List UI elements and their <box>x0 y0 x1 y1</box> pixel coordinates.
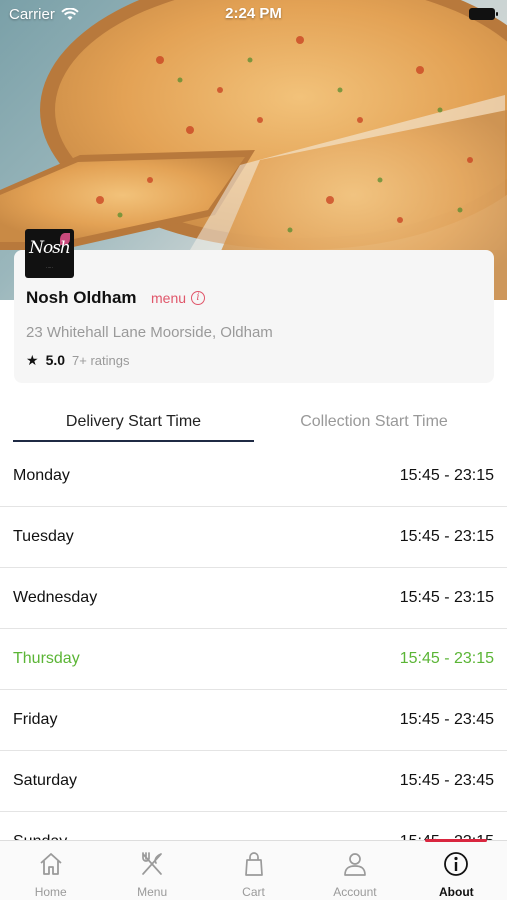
rating-score: 5.0 <box>45 352 66 368</box>
hours-time: 15:45 - 23:45 <box>399 711 494 728</box>
restaurant-logo: Nosh ····· <box>25 229 74 278</box>
restaurant-address: 23 Whitehall Lane Moorside, Oldham <box>26 324 273 341</box>
tab-cart-label: Cart <box>242 885 265 899</box>
info-icon <box>444 852 469 876</box>
logo-sub-mark: ····· <box>46 265 53 270</box>
tab-about[interactable]: About <box>406 841 507 900</box>
tab-menu-label: Menu <box>137 885 168 899</box>
hours-time: 15:45 - 23:15 <box>399 589 494 606</box>
tab-cart[interactable]: Cart <box>203 841 304 900</box>
ratings-count: 7+ ratings <box>72 353 130 368</box>
opening-hours-list: Monday 15:45 - 23:15 Tuesday 15:45 - 23:… <box>0 446 507 873</box>
tab-about-label: About <box>439 885 474 899</box>
active-tab-indicator <box>425 839 487 842</box>
bottom-tab-bar: Home Menu Cart Account About <box>0 840 507 900</box>
hours-row: Tuesday 15:45 - 23:15 <box>0 507 507 568</box>
hours-row: Monday 15:45 - 23:15 <box>0 446 507 507</box>
hours-time: 15:45 - 23:45 <box>399 772 494 789</box>
hours-time: 15:45 - 23:15 <box>399 467 494 484</box>
fork-knife-icon <box>142 852 162 875</box>
hours-day: Saturday <box>13 772 78 789</box>
status-bar: Carrier 2:24 PM <box>0 0 507 28</box>
status-time: 2:24 PM <box>225 5 282 22</box>
tab-home[interactable]: Home <box>0 841 101 900</box>
home-icon <box>40 853 62 875</box>
menu-link[interactable]: menu i <box>151 290 206 306</box>
tab-account[interactable]: Account <box>304 841 405 900</box>
tab-menu[interactable]: Menu <box>101 841 202 900</box>
start-time-tabs: Delivery Start Time Collection Start Tim… <box>13 404 494 442</box>
hours-row-today: Thursday 15:45 - 23:15 <box>0 629 507 690</box>
hours-time: 15:45 - 23:15 <box>399 650 494 667</box>
tab-account-label: Account <box>333 885 377 899</box>
restaurant-name: Nosh Oldham <box>26 288 137 307</box>
battery-icon <box>469 8 498 20</box>
hours-row: Saturday 15:45 - 23:45 <box>0 751 507 812</box>
star-icon: ★ <box>26 352 39 368</box>
rating: ★ 5.0 7+ ratings <box>26 352 129 369</box>
user-icon <box>344 853 366 876</box>
hours-day: Thursday <box>13 650 80 667</box>
hours-row: Friday 15:45 - 23:45 <box>0 690 507 751</box>
tab-collection-start-time[interactable]: Collection Start Time <box>254 404 494 442</box>
hours-day: Tuesday <box>13 528 74 545</box>
hours-row: Wednesday 15:45 - 23:15 <box>0 568 507 629</box>
hours-time: 15:45 - 23:15 <box>399 528 494 545</box>
hours-day: Friday <box>13 711 58 728</box>
info-icon: i <box>191 291 206 305</box>
hours-day: Wednesday <box>13 589 98 606</box>
shopping-bag-icon <box>244 852 263 876</box>
tab-delivery-start-time[interactable]: Delivery Start Time <box>13 404 254 442</box>
hours-day: Monday <box>13 467 70 484</box>
menu-link-label: menu <box>151 290 187 306</box>
tab-home-label: Home <box>34 885 67 899</box>
logo-text: Nosh <box>29 238 71 258</box>
